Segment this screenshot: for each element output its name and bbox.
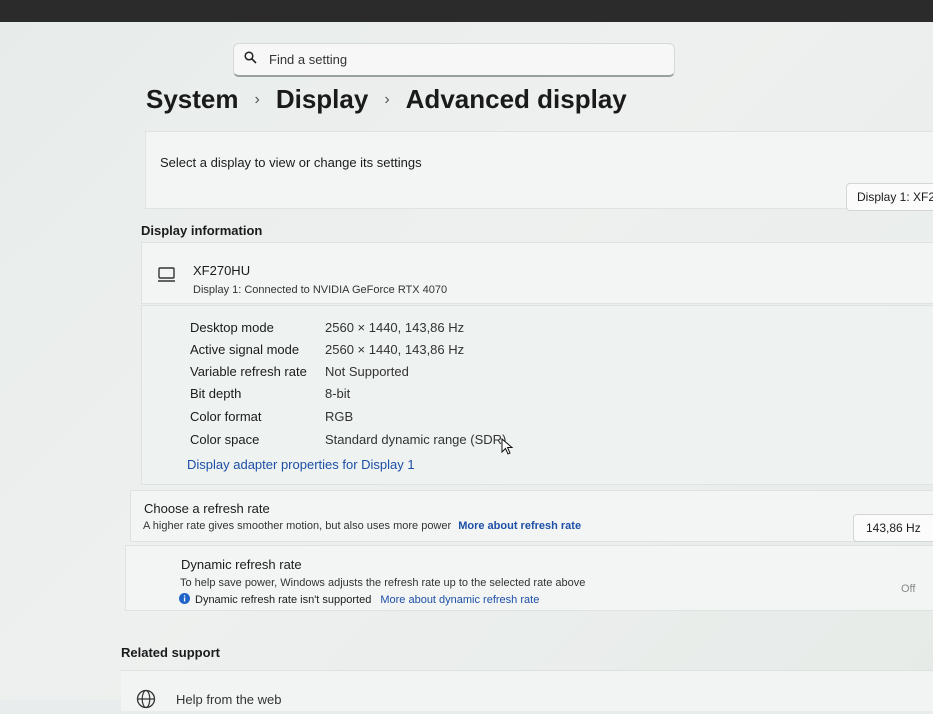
info-row: Color space Standard dynamic range (SDR) bbox=[190, 432, 506, 447]
info-value: 2560 × 1440, 143,86 Hz bbox=[325, 320, 465, 335]
monitor-name: XF270HU bbox=[193, 263, 251, 278]
display-information-header[interactable]: XF270HU Display 1: Connected to NVIDIA G… bbox=[141, 242, 933, 304]
search-placeholder: Find a setting bbox=[269, 52, 348, 67]
dynamic-refresh-notice: Dynamic refresh rate isn't supported Mor… bbox=[179, 593, 539, 607]
globe-icon bbox=[136, 689, 156, 714]
search-input[interactable]: Find a setting bbox=[233, 43, 675, 77]
dynamic-refresh-notice-text: Dynamic refresh rate isn't supported bbox=[195, 594, 372, 606]
info-row: Desktop mode 2560 × 1440, 143,86 Hz bbox=[190, 320, 464, 335]
breadcrumb-system[interactable]: System bbox=[146, 84, 239, 115]
info-key: Desktop mode bbox=[190, 320, 274, 335]
select-display-card: Select a display to view or change its s… bbox=[145, 131, 933, 211]
breadcrumb-display[interactable]: Display bbox=[276, 84, 369, 115]
dynamic-refresh-title: Dynamic refresh rate bbox=[181, 557, 302, 572]
display-adapter-properties-link[interactable]: Display adapter properties for Display 1 bbox=[187, 457, 415, 472]
refresh-rate-title: Choose a refresh rate bbox=[144, 501, 270, 516]
dynamic-refresh-toggle[interactable]: Off bbox=[901, 583, 915, 595]
breadcrumb: System › Display › Advanced display bbox=[146, 84, 627, 115]
display-information-details: Desktop mode 2560 × 1440, 143,86 Hz Acti… bbox=[141, 305, 933, 485]
refresh-rate-dropdown[interactable]: 143,86 Hz bbox=[853, 514, 933, 542]
info-key: Bit depth bbox=[190, 386, 242, 401]
info-key: Color format bbox=[190, 409, 262, 424]
info-key: Variable refresh rate bbox=[190, 364, 307, 379]
info-value: Not Supported bbox=[325, 364, 409, 379]
more-about-dynamic-refresh-link[interactable]: More about dynamic refresh rate bbox=[380, 594, 539, 606]
info-row: Variable refresh rate Not Supported bbox=[190, 364, 409, 379]
info-value: Standard dynamic range (SDR) bbox=[325, 432, 507, 447]
info-key: Color space bbox=[190, 432, 260, 447]
more-about-refresh-rate-link[interactable]: More about refresh rate bbox=[458, 520, 581, 532]
info-row: Bit depth 8-bit bbox=[190, 386, 350, 401]
info-value: 8-bit bbox=[325, 386, 351, 401]
chevron-right-icon: › bbox=[254, 90, 260, 108]
refresh-rate-description: A higher rate gives smoother motion, but… bbox=[143, 520, 581, 532]
mouse-cursor-icon bbox=[501, 437, 515, 461]
refresh-rate-card: Choose a refresh rate A higher rate give… bbox=[130, 490, 933, 542]
info-row: Active signal mode 2560 × 1440, 143,86 H… bbox=[190, 342, 464, 357]
display-information-heading: Display information bbox=[141, 223, 263, 238]
dynamic-refresh-description: To help save power, Windows adjusts the … bbox=[180, 577, 586, 589]
info-value: 2560 × 1440, 143,86 Hz bbox=[325, 342, 465, 357]
help-from-web-row[interactable]: Help from the web bbox=[121, 670, 933, 711]
related-support-heading: Related support bbox=[121, 645, 220, 660]
page-title: Advanced display bbox=[405, 84, 627, 114]
info-key: Active signal mode bbox=[190, 342, 300, 357]
monitor-connection: Display 1: Connected to NVIDIA GeForce R… bbox=[193, 284, 448, 296]
search-icon bbox=[244, 50, 257, 69]
monitor-icon bbox=[157, 267, 177, 288]
display-select-dropdown[interactable]: Display 1: XF270 bbox=[846, 183, 933, 211]
info-icon bbox=[179, 593, 190, 607]
refresh-rate-description-text: A higher rate gives smoother motion, but… bbox=[143, 520, 452, 532]
dynamic-refresh-card: Dynamic refresh rate To help save power,… bbox=[125, 545, 933, 611]
info-value: RGB bbox=[325, 409, 354, 424]
select-display-label: Select a display to view or change its s… bbox=[160, 155, 422, 170]
chevron-right-icon: › bbox=[384, 90, 390, 108]
info-row: Color format RGB bbox=[190, 409, 353, 424]
